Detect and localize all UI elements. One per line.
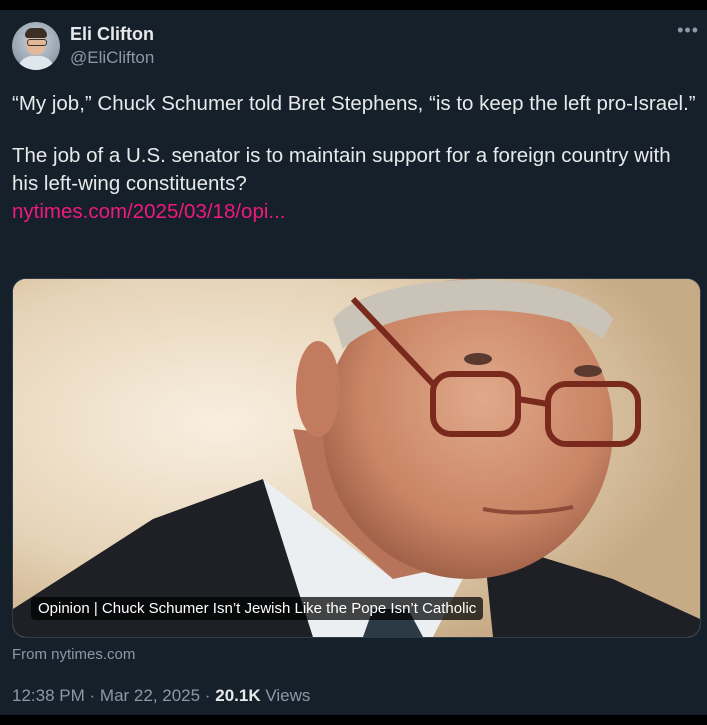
avatar-hair <box>25 28 47 38</box>
author-name[interactable]: Eli Clifton <box>70 24 154 45</box>
post-time[interactable]: 12:38 PM <box>12 686 85 705</box>
more-dots-icon[interactable]: ••• <box>677 20 699 41</box>
author-handle[interactable]: @EliClifton <box>70 48 154 68</box>
meta-separator: · <box>204 686 211 705</box>
card-caption: Opinion | Chuck Schumer Isn’t Jewish Lik… <box>31 597 484 620</box>
tweet-paragraph-2: The job of a U.S. senator is to maintain… <box>12 144 671 195</box>
meta-separator: · <box>89 686 96 705</box>
views-label: Views <box>265 686 311 705</box>
post-date[interactable]: Mar 22, 2025 <box>100 686 200 705</box>
tweet-paragraph-1: “My job,” Chuck Schumer told Bret Stephe… <box>12 92 696 115</box>
card-source: From nytimes.com <box>12 646 136 663</box>
link-preview-card[interactable]: Opinion | Chuck Schumer Isn’t Jewish Lik… <box>12 278 701 638</box>
tweet-meta: 12:38 PM · Mar 22, 2025 · 20.1K Views <box>12 686 310 706</box>
avatar-glasses <box>27 39 47 46</box>
tweet-body: “My job,” Chuck Schumer told Bret Stephe… <box>12 90 702 226</box>
card-image <box>13 279 700 637</box>
tweet-container: Eli Clifton @EliClifton ••• “My job,” Ch… <box>0 10 707 715</box>
avatar[interactable] <box>12 22 60 70</box>
tweet-link[interactable]: nytimes.com/2025/03/18/opi... <box>12 198 702 226</box>
views-count: 20.1K <box>215 686 261 705</box>
avatar-shirt <box>18 56 54 70</box>
